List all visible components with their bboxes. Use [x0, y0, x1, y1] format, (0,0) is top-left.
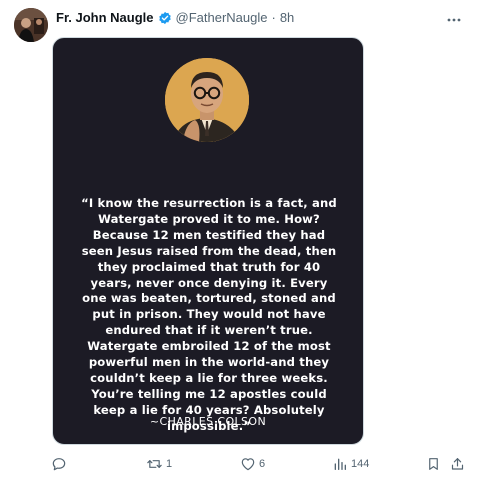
like-count: 6	[259, 458, 266, 470]
portrait-image	[165, 58, 249, 142]
avatar[interactable]	[14, 8, 48, 42]
view-count: 144	[351, 458, 370, 470]
avatar-image	[14, 8, 48, 42]
retweet-count: 1	[166, 458, 173, 470]
quote-text: “I know the resurrection is a fact, and …	[81, 196, 337, 433]
quote-attribution: ~CHARLES COLSON	[149, 415, 267, 428]
views-icon	[334, 458, 346, 470]
author-handle[interactable]: @FatherNaugle	[176, 10, 268, 26]
tweet-media[interactable]: “I know the resurrection is a fact, and …	[52, 37, 364, 445]
tweet: Fr. John Naugle @FatherNaugle · 8h “I kn…	[0, 0, 478, 482]
views-button[interactable]: 144	[332, 456, 369, 472]
like-button[interactable]: 6	[240, 456, 265, 472]
bookmark-icon	[429, 458, 438, 470]
share-icon	[451, 458, 464, 470]
heart-icon	[241, 458, 255, 471]
retweet-icon	[147, 460, 162, 468]
reply-button[interactable]	[51, 456, 70, 472]
reply-icon	[52, 458, 66, 471]
post-time[interactable]: 8h	[280, 10, 294, 26]
more-icon[interactable]	[446, 12, 462, 22]
share-button[interactable]	[450, 456, 465, 472]
retweet-button[interactable]: 1	[146, 456, 172, 472]
tweet-header: Fr. John Naugle @FatherNaugle · 8h	[56, 10, 294, 26]
author-name[interactable]: Fr. John Naugle	[56, 10, 154, 26]
verified-badge-icon	[158, 11, 172, 25]
action-bar: 1 6 144	[0, 456, 478, 474]
separator-dot: ·	[271, 10, 276, 25]
bookmark-button[interactable]	[426, 456, 441, 472]
